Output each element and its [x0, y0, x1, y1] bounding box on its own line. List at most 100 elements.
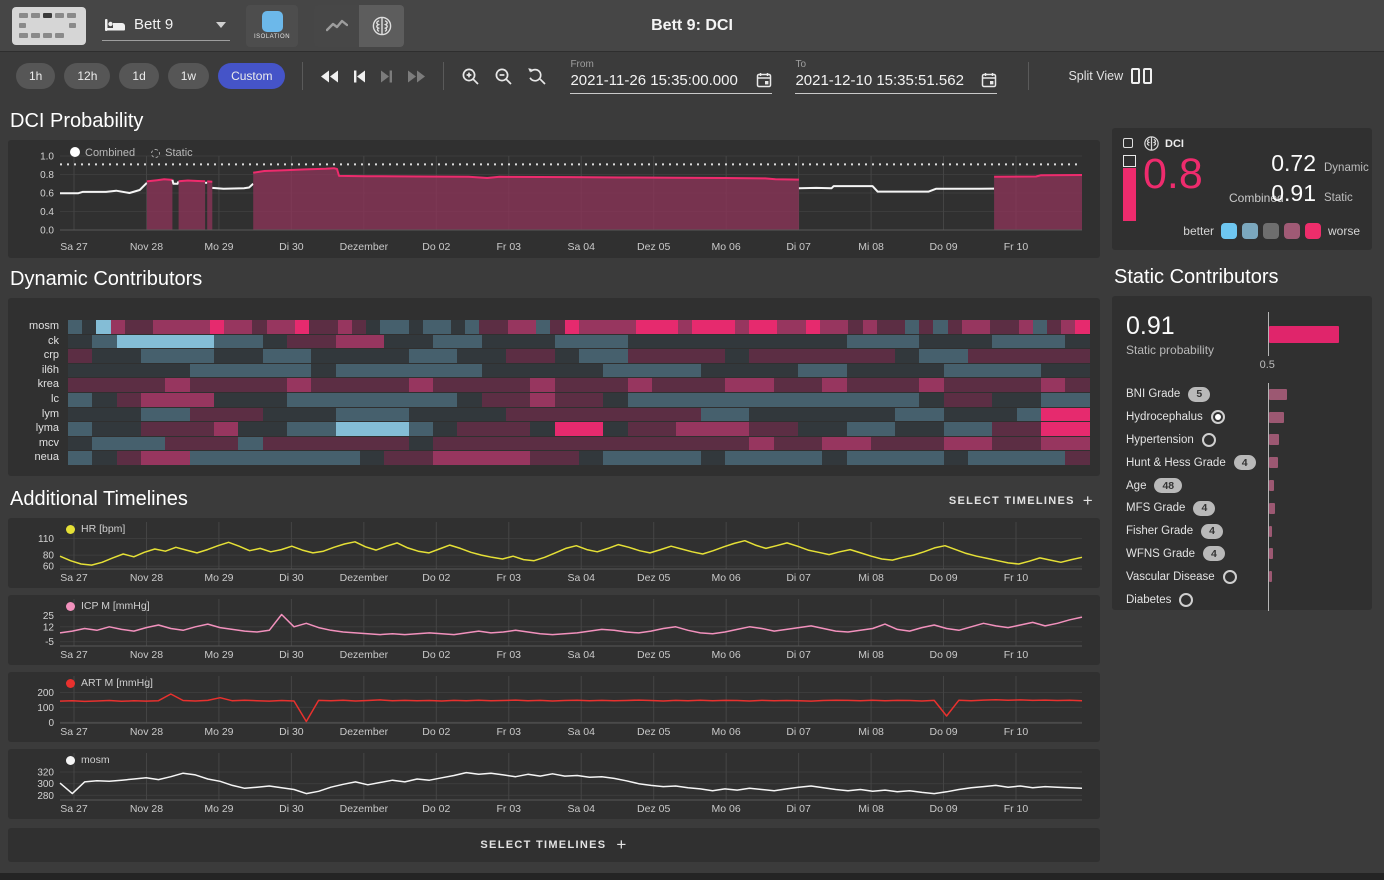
- plus-icon: +: [1083, 491, 1094, 511]
- bed-selector[interactable]: Bett 9: [102, 10, 230, 41]
- svg-text:Nov 28: Nov 28: [130, 572, 163, 584]
- contributor-radio-icon[interactable]: [1202, 433, 1216, 447]
- contributor-value-badge: 4: [1203, 546, 1225, 561]
- mosm-dot-icon: [66, 756, 75, 765]
- heatmap-row-label: krea: [8, 378, 68, 392]
- svg-text:Fr 10: Fr 10: [1004, 572, 1029, 584]
- fast-forward-icon[interactable]: [407, 70, 426, 83]
- contributor-label: Hunt & Hess Grade: [1126, 457, 1226, 469]
- contributor-label: Hypertension: [1126, 434, 1194, 446]
- icp-timeline-panel: ICP M [mmHg] 2512-5Sa 27Nov 28Mo 29Di 30…: [8, 595, 1100, 665]
- skip-to-end-icon[interactable]: [380, 70, 393, 83]
- bed-icon: [104, 17, 126, 33]
- combined-value: 0.8: [1143, 150, 1203, 199]
- heatmap-row: ck: [8, 335, 1090, 349]
- line-chart-icon: [326, 19, 348, 33]
- svg-text:0.6: 0.6: [40, 189, 54, 200]
- brain-view-button[interactable]: [359, 5, 404, 47]
- svg-text:Dez 05: Dez 05: [637, 726, 670, 738]
- mosm-chart[interactable]: 320300280Sa 27Nov 28Mo 29Di 30DezemberDo…: [8, 749, 1100, 820]
- static-dashed-circle-icon: [151, 149, 160, 158]
- hr-chart[interactable]: 1108060Sa 27Nov 28Mo 29Di 30DezemberDo 0…: [8, 518, 1100, 589]
- split-view-button[interactable]: Split View: [1068, 68, 1152, 84]
- svg-text:Sa 27: Sa 27: [60, 241, 88, 253]
- static-probability-bar: [1269, 326, 1339, 343]
- heatmap-row-cells[interactable]: [68, 320, 1090, 334]
- art-legend: ART M [mmHg]: [66, 677, 153, 689]
- zoom-out-icon[interactable]: [494, 67, 513, 86]
- isolation-button[interactable]: ISOLATION: [246, 5, 298, 47]
- heatmap-row-cells[interactable]: [68, 349, 1090, 363]
- svg-text:Fr 03: Fr 03: [497, 649, 522, 661]
- contributor-bar: [1269, 412, 1284, 423]
- contributor-radio-icon[interactable]: [1179, 593, 1193, 607]
- svg-text:Sa 04: Sa 04: [568, 726, 596, 738]
- svg-text:Dez 05: Dez 05: [637, 803, 670, 815]
- svg-text:Do 09: Do 09: [930, 241, 958, 253]
- svg-text:Do 02: Do 02: [422, 241, 450, 253]
- bed-map-icon[interactable]: [12, 7, 86, 45]
- isolation-icon: [262, 11, 283, 32]
- range-12h-button[interactable]: 12h: [64, 63, 110, 89]
- from-value: 2021-11-26 15:35:00.000: [570, 72, 737, 89]
- gauge-checkbox[interactable]: [1123, 138, 1133, 148]
- heatmap-row-cells[interactable]: [68, 335, 1090, 349]
- range-1d-button[interactable]: 1d: [119, 63, 158, 89]
- heatmap-row-cells[interactable]: [68, 422, 1090, 436]
- calendar-icon[interactable]: [756, 72, 772, 88]
- heatmap-row-label: mcv: [8, 437, 68, 451]
- line-chart-view-button[interactable]: [314, 5, 359, 47]
- skip-to-start-icon[interactable]: [353, 70, 366, 83]
- heatmap-row-cells[interactable]: [68, 451, 1090, 465]
- range-1w-button[interactable]: 1w: [168, 63, 209, 89]
- to-label: To: [795, 59, 997, 70]
- art-dot-icon: [66, 679, 75, 688]
- contributor-bar-zone: [1268, 406, 1360, 429]
- range-custom-button[interactable]: Custom: [218, 63, 285, 89]
- contributor-bar-zone: [1268, 383, 1360, 406]
- dynamic-contributors-heatmap[interactable]: mosmckcrpil6hkrealclymlymamcvneua: [8, 298, 1100, 476]
- from-date-field[interactable]: From 2021-11-26 15:35:00.000: [570, 59, 772, 94]
- svg-text:Dez 05: Dez 05: [637, 241, 670, 253]
- contributor-label: Vascular Disease: [1126, 571, 1215, 583]
- range-1h-button[interactable]: 1h: [16, 63, 55, 89]
- heatmap-row: mosm: [8, 320, 1090, 334]
- calendar-icon[interactable]: [981, 72, 997, 88]
- static-probability-value: 0.91: [1126, 312, 1268, 341]
- contributor-radio-icon[interactable]: [1211, 410, 1225, 424]
- contributor-value-badge: 4: [1234, 455, 1256, 470]
- contributor-bar: [1269, 434, 1279, 445]
- heatmap-row-cells[interactable]: [68, 378, 1090, 392]
- svg-text:Di 07: Di 07: [786, 649, 811, 661]
- dynamic-value: 0.72: [1264, 150, 1316, 177]
- svg-text:Mo 06: Mo 06: [712, 726, 741, 738]
- heatmap-row-cells[interactable]: [68, 364, 1090, 378]
- contributor-label: WFNS Grade: [1126, 548, 1195, 560]
- view-toggle: [314, 5, 404, 47]
- to-date-field[interactable]: To 2021-12-10 15:35:51.562: [795, 59, 997, 94]
- svg-text:0.4: 0.4: [40, 207, 54, 218]
- svg-text:1.0: 1.0: [40, 152, 54, 163]
- art-chart[interactable]: 2001000Sa 27Nov 28Mo 29Di 30DezemberDo 0…: [8, 672, 1100, 743]
- rewind-icon[interactable]: [320, 70, 339, 83]
- heatmap-row-cells[interactable]: [68, 408, 1090, 422]
- heatmap-row: mcv: [8, 437, 1090, 451]
- contributor-radio-icon[interactable]: [1223, 570, 1237, 584]
- zoom-in-icon[interactable]: [461, 67, 480, 86]
- toolbar-divider: [1028, 62, 1029, 90]
- heatmap-row-cells[interactable]: [68, 393, 1090, 407]
- heatmap-row-label: ck: [8, 335, 68, 349]
- contributor-bar: [1269, 571, 1272, 582]
- contributor-bar: [1269, 503, 1275, 514]
- window-bottom-edge: [0, 873, 1384, 880]
- contributor-value-badge: 48: [1154, 478, 1182, 493]
- select-timelines-button-top[interactable]: SELECT TIMELINES+: [949, 491, 1100, 511]
- select-timelines-button-bottom[interactable]: SELECT TIMELINES+: [8, 828, 1100, 862]
- svg-text:Mo 06: Mo 06: [712, 241, 741, 253]
- static-probability-bar-zone: [1268, 312, 1360, 356]
- zoom-reset-icon[interactable]: [527, 67, 547, 86]
- heatmap-row-cells[interactable]: [68, 437, 1090, 451]
- gauge-dci-label: DCI: [1165, 138, 1184, 150]
- contributor-value-badge: 4: [1201, 524, 1223, 539]
- icp-chart[interactable]: 2512-5Sa 27Nov 28Mo 29Di 30DezemberDo 02…: [8, 595, 1100, 666]
